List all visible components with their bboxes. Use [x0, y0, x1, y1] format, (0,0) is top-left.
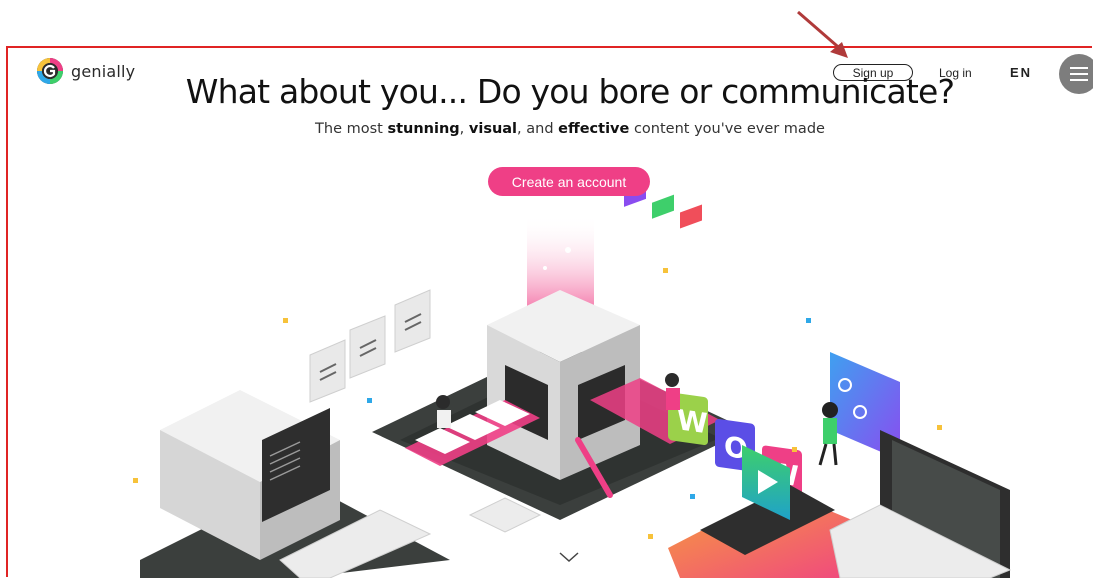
genially-home-page: W O W — [0, 0, 1093, 578]
emphasis-effective: effective — [558, 121, 630, 137]
chevron-down-icon[interactable] — [558, 551, 580, 563]
emphasis-stunning: stunning — [387, 121, 460, 137]
hero-headline: What about you... Do you bore or communi… — [185, 72, 955, 111]
create-account-button[interactable]: Create an account — [488, 167, 650, 196]
wow-letter-1: W — [677, 403, 708, 440]
annotation-arrow-icon — [797, 10, 848, 58]
hero-subheadline: The most stunning, visual, and effective… — [315, 121, 825, 137]
emphasis-visual: visual — [468, 121, 518, 137]
hamburger-icon — [1070, 67, 1088, 69]
